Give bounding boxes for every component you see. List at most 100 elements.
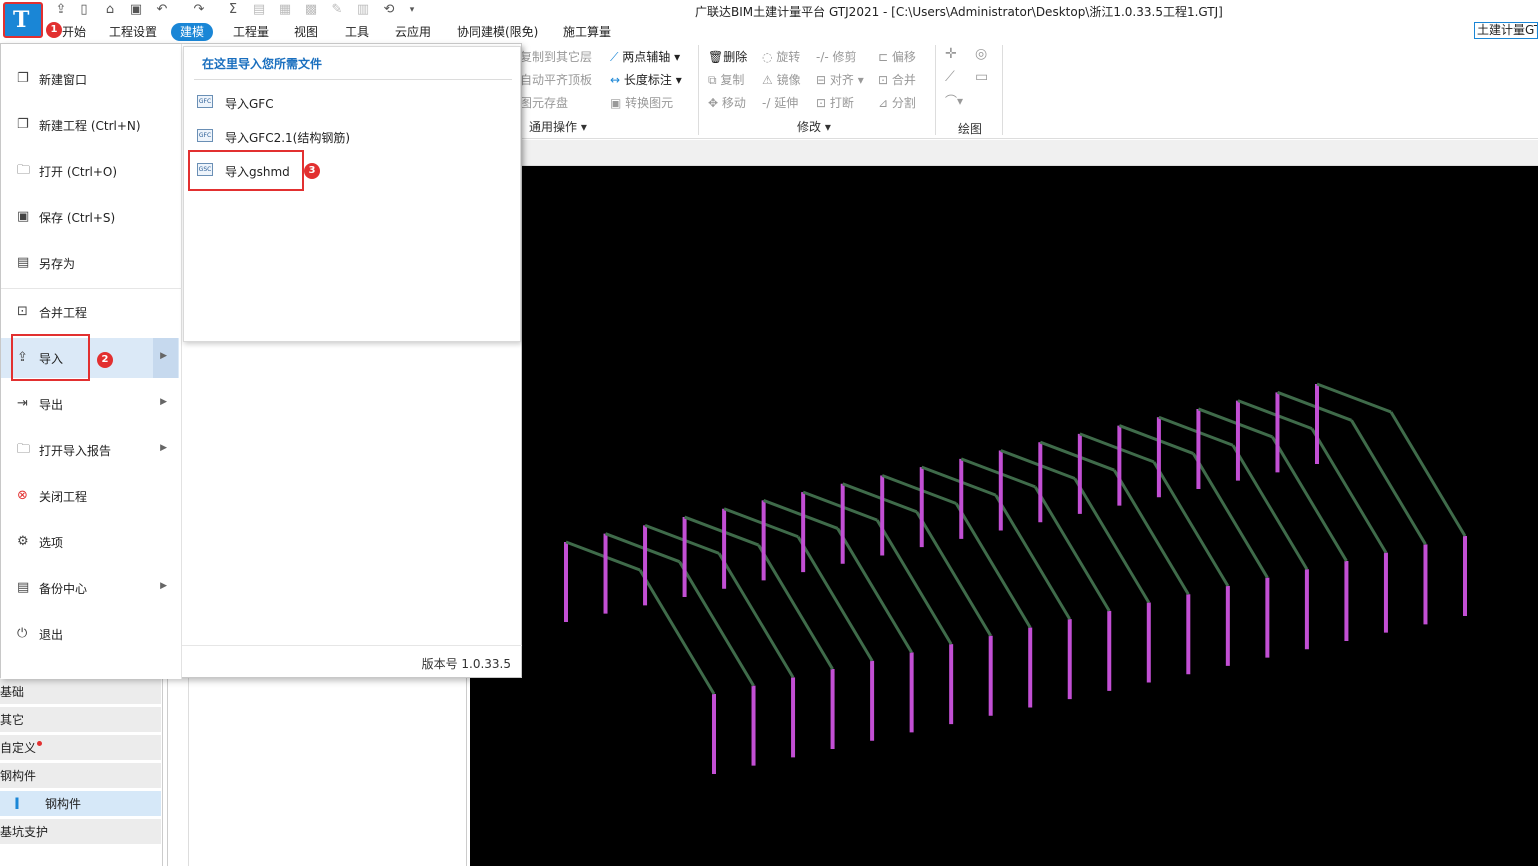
mirror-button[interactable]: ⚠ 镜像: [762, 71, 801, 88]
red-dot-icon: [37, 741, 42, 746]
menu-open-import-report[interactable]: 🗀 打开导入报告 ▶: [1, 430, 179, 470]
frame-rafter: [717, 552, 795, 679]
category-other[interactable]: 其它: [0, 707, 161, 733]
trim-label: 修剪: [832, 50, 857, 64]
menu-close-project[interactable]: ⊗ 关闭工程: [1, 476, 179, 516]
menu-close-project-label: 关闭工程: [39, 490, 88, 504]
frame-rafter: [1271, 436, 1348, 562]
line-icon[interactable]: ⟋: [945, 69, 955, 85]
length-dim-button[interactable]: ↔ 长度标注 ▾: [610, 71, 682, 88]
modify-group[interactable]: 修改 ▾: [797, 118, 831, 135]
save-element-button[interactable]: 图元存盘: [520, 94, 568, 111]
menu-save-as[interactable]: ▤ 另存为: [1, 243, 179, 283]
convert-icon: ▣: [610, 96, 622, 110]
circle-icon[interactable]: ◎: [975, 46, 987, 62]
power-icon: ⏻: [17, 626, 28, 641]
table-icon[interactable]: ▥: [354, 2, 372, 18]
menu-exit[interactable]: ⏻ 退出: [1, 614, 179, 654]
menu-merge-project[interactable]: ⊡ 合并工程: [1, 292, 179, 332]
chevron-right-icon: ▶: [160, 351, 167, 361]
extend-button[interactable]: -/ 延伸: [762, 94, 798, 111]
menu-new-project[interactable]: ❐ 新建工程 (Ctrl+N): [1, 105, 179, 145]
two-point-axis-button[interactable]: ⟋ 两点辅轴 ▾: [610, 48, 680, 65]
frame-rafter: [565, 540, 641, 572]
app-window: ⇪ ▯ ⌂ ▣ ↶ ↷ Σ ▤ ▦ ▩ ✎ ▥ ⟲ ▾ 广联达BIM土建计量平台…: [0, 0, 1538, 866]
menu-quantity[interactable]: 工程量: [233, 23, 269, 41]
menu-save[interactable]: ▣ 保存 (Ctrl+S): [1, 197, 179, 237]
frame-rafter: [684, 515, 760, 547]
layout-icon[interactable]: ▩: [302, 2, 320, 18]
customize-dropdown-icon[interactable]: ▾: [403, 2, 421, 18]
menu-tools[interactable]: 工具: [345, 23, 369, 41]
move-button[interactable]: ✥ 移动: [708, 94, 746, 111]
rotate-button[interactable]: ◌ 旋转: [762, 48, 800, 65]
menu-start[interactable]: 开始: [62, 23, 86, 41]
save-icon[interactable]: ▣: [127, 2, 145, 18]
frame-rafter: [1033, 486, 1111, 612]
menu-new-window[interactable]: ❐ 新建窗口: [1, 59, 179, 99]
redo-icon[interactable]: ↷: [190, 2, 208, 18]
step-badge-2: 2: [97, 352, 113, 368]
menu-collab[interactable]: 协同建模(限免): [457, 23, 538, 41]
convert-element-button[interactable]: ▣ 转换图元: [610, 94, 673, 111]
menu-export[interactable]: ⇥ 导出 ▶: [1, 384, 179, 424]
new-project-icon: ❐: [17, 117, 29, 132]
frame-rafter: [1276, 390, 1353, 422]
submenu-header: 在这里导入您所需文件: [202, 57, 323, 71]
3d-viewport[interactable]: [470, 166, 1538, 866]
rectangle-icon[interactable]: ▭: [975, 69, 988, 85]
offset-button[interactable]: ⊏ 偏移: [878, 48, 916, 65]
import-gfc21-label: 导入GFC2.1(结构钢筋): [225, 131, 351, 145]
align-button[interactable]: ⊟ 对齐 ▾: [816, 71, 864, 88]
menu-modeling[interactable]: 建模: [171, 23, 214, 41]
dimension-icon: ↔: [610, 73, 621, 87]
category-custom[interactable]: 自定义: [0, 735, 161, 761]
import-gfc-label: 导入GFC: [225, 97, 274, 111]
save-icon: ▣: [17, 209, 30, 224]
open-folder-icon[interactable]: ⌂: [101, 2, 119, 18]
delete-button[interactable]: 🗑删除: [708, 48, 747, 65]
grid-icon[interactable]: ▦: [276, 2, 294, 18]
sync-icon[interactable]: ⟲: [380, 2, 398, 18]
menu-construction[interactable]: 施工算量: [563, 23, 611, 41]
app-logo-button[interactable]: T: [3, 2, 43, 38]
merge-button[interactable]: ⊡ 合并: [878, 71, 916, 88]
import-gfc-item[interactable]: GFC 导入GFC: [194, 87, 512, 117]
copy-to-floor-button[interactable]: 复制到其它层: [520, 48, 592, 65]
point-icon[interactable]: ✛: [945, 46, 957, 62]
upload-icon[interactable]: ⇪: [52, 2, 70, 18]
report-icon[interactable]: ▤: [250, 2, 268, 18]
new-file-icon[interactable]: ▯: [75, 2, 93, 18]
frame-rafter: [1231, 444, 1309, 571]
frame-rafter: [1192, 452, 1269, 579]
menu-bar: 开始 工程设置 建模 工程量 视图 工具 云应用 协同建模(限免) 施工算量: [45, 21, 1538, 41]
category-excavation-support[interactable]: 基坑支护: [0, 819, 161, 845]
menu-new-window-label: 新建窗口: [39, 73, 88, 87]
edit-icon[interactable]: ✎: [328, 2, 346, 18]
extend-label: 延伸: [774, 96, 799, 110]
general-ops-group[interactable]: 通用操作 ▾: [529, 118, 587, 135]
sum-icon[interactable]: Σ: [224, 2, 242, 18]
arc-icon[interactable]: ⌒▾: [945, 92, 963, 109]
category-foundation[interactable]: 基础: [0, 679, 161, 705]
category-steel[interactable]: 钢构件: [0, 763, 161, 789]
menu-project-settings[interactable]: 工程设置: [109, 23, 157, 41]
frame-rafter: [915, 511, 992, 637]
import-gfc21-item[interactable]: GFC 导入GFC2.1(结构钢筋): [194, 121, 512, 151]
product-tab[interactable]: 土建计量GTJ: [1474, 22, 1538, 39]
frame-rafter: [1237, 399, 1313, 431]
break-button[interactable]: ⊡ 打断: [816, 94, 854, 111]
frame-rafter: [1197, 407, 1273, 439]
copy-button[interactable]: ⧉ 复制: [708, 71, 744, 88]
undo-icon[interactable]: ↶: [153, 2, 171, 18]
menu-view[interactable]: 视图: [294, 23, 318, 41]
menu-cloud[interactable]: 云应用: [395, 23, 431, 41]
trim-button[interactable]: -/- 修剪: [816, 48, 857, 65]
menu-backup-center[interactable]: ▤ 备份中心 ▶: [1, 568, 179, 608]
auto-flat-slab-button[interactable]: 自动平齐顶板: [520, 71, 592, 88]
split-button[interactable]: ⊿ 分割: [878, 94, 916, 111]
menu-options[interactable]: ⚙ 选项: [1, 522, 179, 562]
frame-rafter: [763, 499, 839, 530]
menu-open[interactable]: 🗀 打开 (Ctrl+O): [1, 151, 179, 191]
tree-item-steel-member[interactable]: I 钢构件: [0, 791, 161, 817]
